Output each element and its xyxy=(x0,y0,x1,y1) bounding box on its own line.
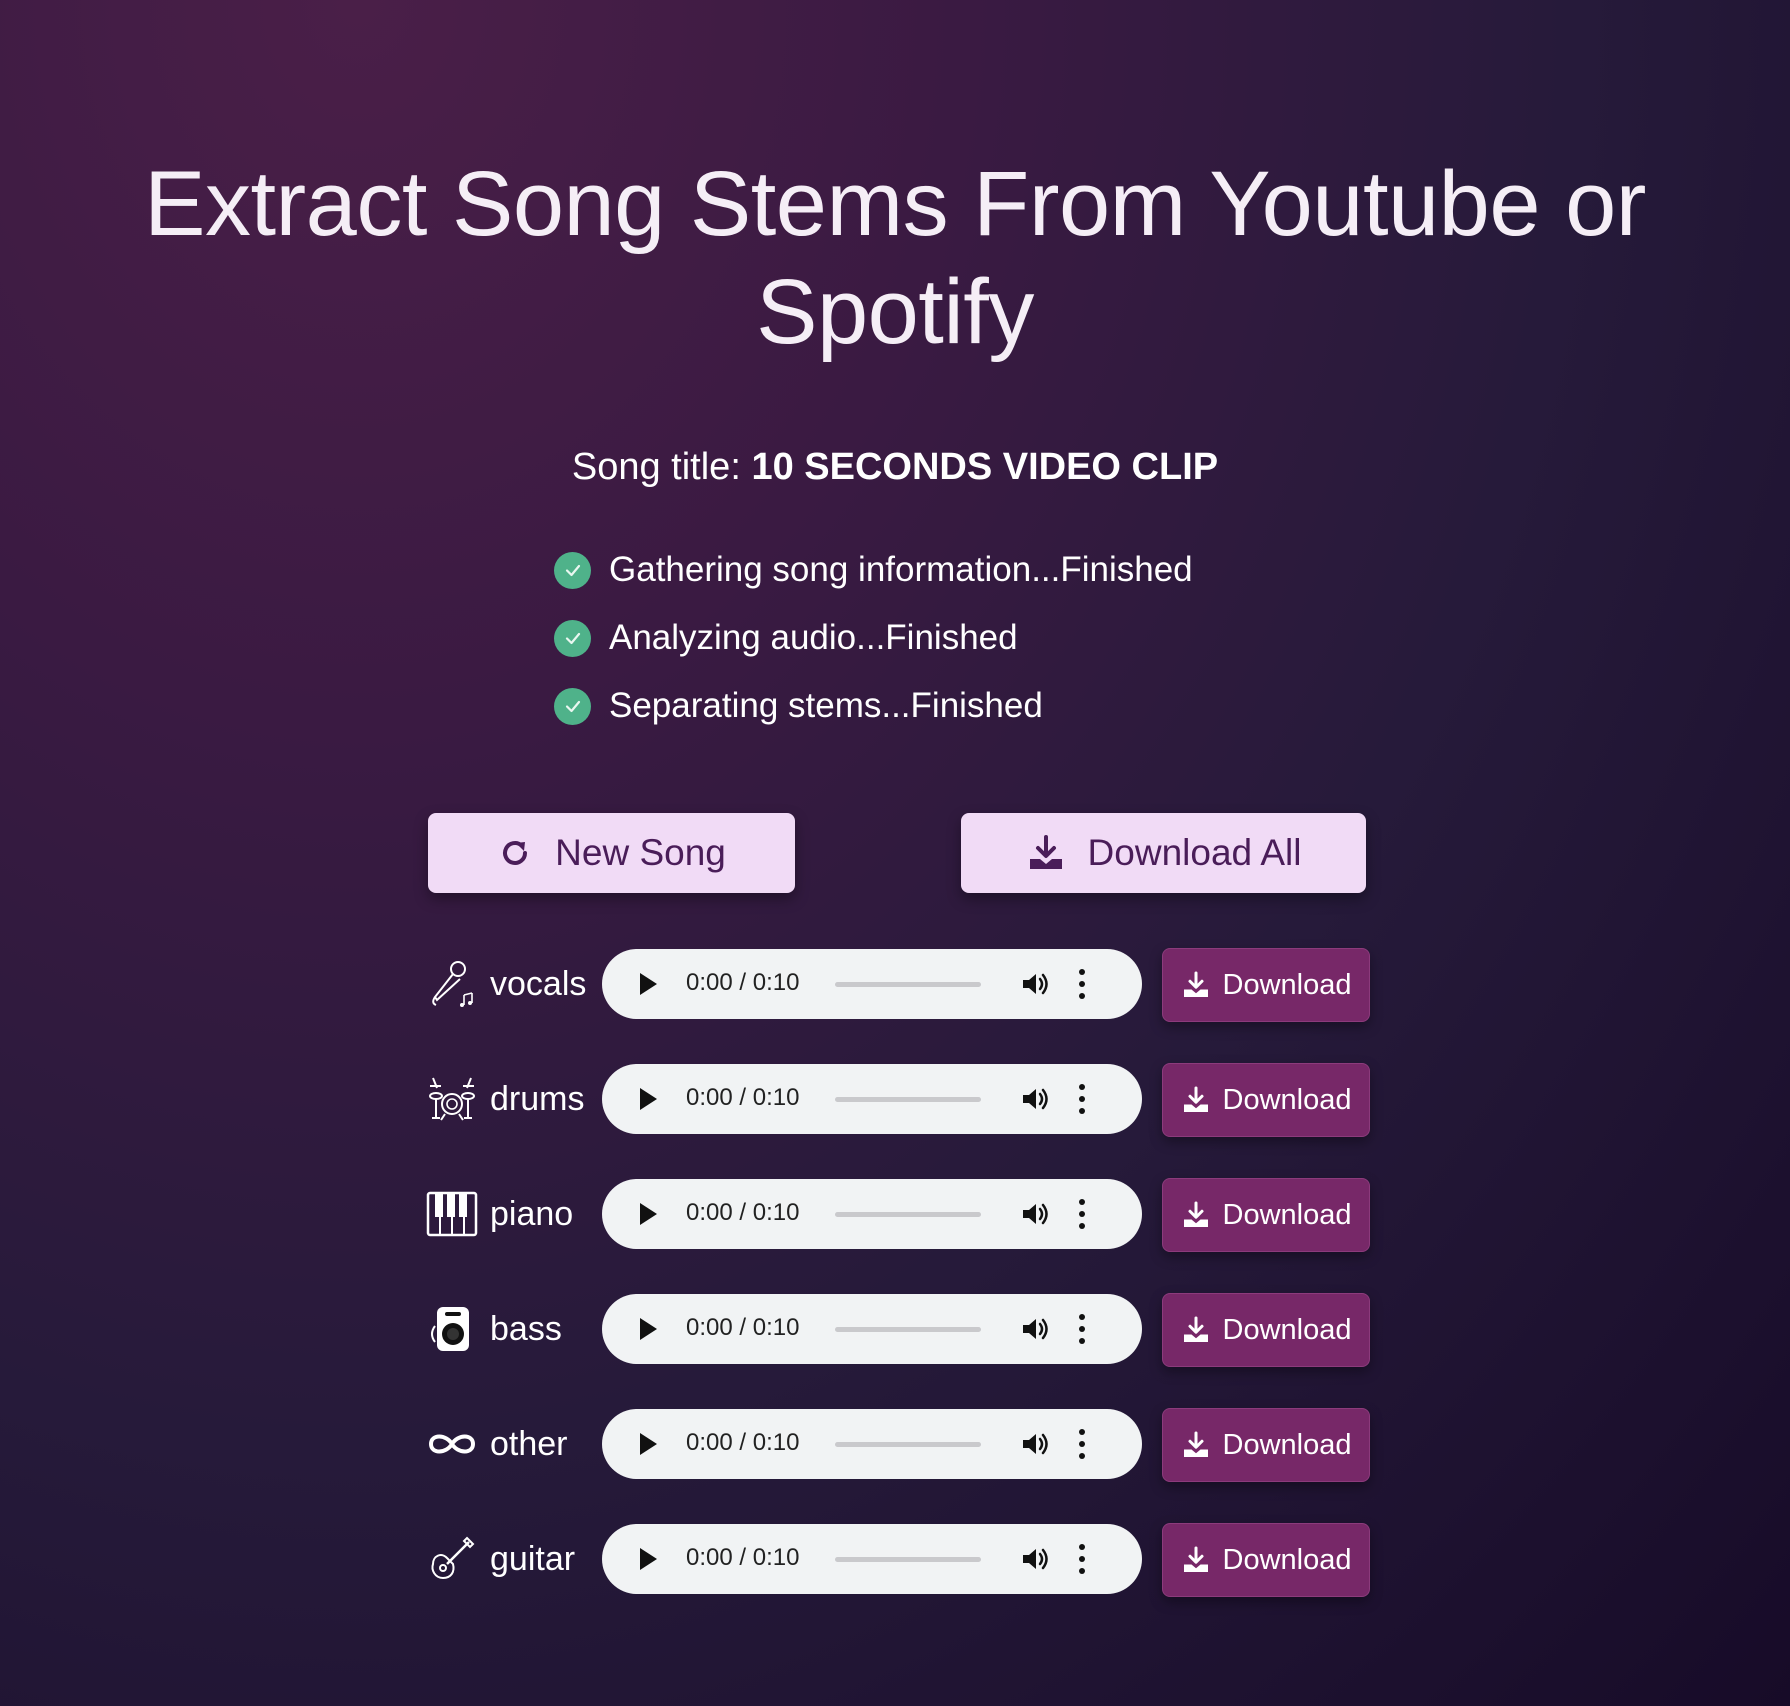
download-label: Download xyxy=(1222,1313,1352,1346)
stem-label: other xyxy=(426,1408,568,1480)
download-label: Download xyxy=(1222,968,1352,1001)
piano-icon xyxy=(426,1188,478,1240)
stem-label: bass xyxy=(426,1293,562,1365)
time-display: 0:00 / 0:10 xyxy=(686,1199,800,1226)
status-text: Separating stems...Finished xyxy=(609,686,1043,725)
download-icon xyxy=(1026,833,1066,873)
new-song-label: New Song xyxy=(555,832,726,873)
stem-row-piano: piano 0:00 / 0:10 Download xyxy=(426,1178,1370,1252)
play-icon[interactable] xyxy=(640,1088,657,1110)
more-options-icon[interactable] xyxy=(1078,1084,1086,1114)
more-options-icon[interactable] xyxy=(1078,1314,1086,1344)
stem-label: piano xyxy=(426,1178,573,1250)
stem-label: vocals xyxy=(426,948,586,1020)
download-label: Download xyxy=(1222,1198,1352,1231)
time-display: 0:00 / 0:10 xyxy=(686,1084,800,1111)
speaker-icon xyxy=(426,1303,478,1355)
status-text: Gathering song information...Finished xyxy=(609,550,1193,589)
stem-row-drums: drums 0:00 / 0:10 Download xyxy=(426,1063,1370,1137)
stem-name: piano xyxy=(490,1194,574,1233)
download-button[interactable]: Download xyxy=(1162,1408,1370,1482)
volume-icon[interactable] xyxy=(1021,971,1051,997)
download-icon xyxy=(1181,1545,1211,1575)
stem-row-guitar: guitar 0:00 / 0:10 Download xyxy=(426,1523,1370,1597)
seek-bar[interactable] xyxy=(835,1212,981,1217)
infinity-icon xyxy=(426,1418,478,1470)
time-display: 0:00 / 0:10 xyxy=(686,1429,800,1456)
check-circle-icon xyxy=(554,687,591,725)
download-button[interactable]: Download xyxy=(1162,1178,1370,1252)
volume-icon[interactable] xyxy=(1021,1546,1051,1572)
volume-icon[interactable] xyxy=(1021,1086,1051,1112)
more-options-icon[interactable] xyxy=(1078,969,1086,999)
play-icon[interactable] xyxy=(640,1318,657,1340)
stem-name: other xyxy=(490,1424,568,1463)
stem-row-vocals: vocals 0:00 / 0:10 Download xyxy=(426,948,1370,1022)
audio-player: 0:00 / 0:10 xyxy=(602,949,1142,1019)
audio-player: 0:00 / 0:10 xyxy=(602,1064,1142,1134)
more-options-icon[interactable] xyxy=(1078,1429,1086,1459)
volume-icon[interactable] xyxy=(1021,1201,1051,1227)
status-text: Analyzing audio...Finished xyxy=(609,618,1018,657)
download-button[interactable]: Download xyxy=(1162,948,1370,1022)
check-circle-icon xyxy=(554,619,591,657)
stem-row-bass: bass 0:00 / 0:10 Download xyxy=(426,1293,1370,1367)
stem-name: bass xyxy=(490,1309,562,1348)
refresh-icon xyxy=(497,835,533,871)
stem-name: guitar xyxy=(490,1539,576,1578)
download-icon xyxy=(1181,1200,1211,1230)
seek-bar[interactable] xyxy=(835,982,981,987)
microphone-icon xyxy=(426,958,478,1010)
download-label: Download xyxy=(1222,1428,1352,1461)
stem-row-other: other 0:00 / 0:10 Download xyxy=(426,1408,1370,1482)
play-icon[interactable] xyxy=(640,1548,657,1570)
status-item: Analyzing audio...Finished xyxy=(554,604,1254,672)
play-icon[interactable] xyxy=(640,1203,657,1225)
song-title-label: Song title: xyxy=(571,446,741,488)
download-button[interactable]: Download xyxy=(1162,1063,1370,1137)
download-label: Download xyxy=(1222,1543,1352,1576)
download-icon xyxy=(1181,1315,1211,1345)
stem-name: vocals xyxy=(490,964,587,1003)
play-icon[interactable] xyxy=(640,973,657,995)
audio-player: 0:00 / 0:10 xyxy=(602,1294,1142,1364)
status-item: Separating stems...Finished xyxy=(554,672,1254,740)
check-circle-icon xyxy=(554,551,591,589)
download-label: Download xyxy=(1222,1083,1352,1116)
download-icon xyxy=(1181,1430,1211,1460)
play-icon[interactable] xyxy=(640,1433,657,1455)
stem-label: guitar xyxy=(426,1523,575,1595)
song-title-line: Song title: 10 SECONDS VIDEO CLIP xyxy=(0,446,1790,489)
audio-player: 0:00 / 0:10 xyxy=(602,1409,1142,1479)
drum-kit-icon xyxy=(426,1073,478,1125)
download-all-button[interactable]: Download All xyxy=(961,813,1366,893)
audio-player: 0:00 / 0:10 xyxy=(602,1179,1142,1249)
new-song-button[interactable]: New Song xyxy=(428,813,795,893)
time-display: 0:00 / 0:10 xyxy=(686,969,800,996)
download-icon xyxy=(1181,970,1211,1000)
volume-icon[interactable] xyxy=(1021,1431,1051,1457)
download-button[interactable]: Download xyxy=(1162,1523,1370,1597)
download-button[interactable]: Download xyxy=(1162,1293,1370,1367)
seek-bar[interactable] xyxy=(835,1097,981,1102)
page-title: Extract Song Stems From Youtube or Spoti… xyxy=(144,153,1646,363)
page: Extract Song Stems From Youtube or Spoti… xyxy=(0,0,1790,1706)
download-icon xyxy=(1181,1085,1211,1115)
stem-name: drums xyxy=(490,1079,585,1118)
time-display: 0:00 / 0:10 xyxy=(686,1314,800,1341)
status-item: Gathering song information...Finished xyxy=(554,536,1254,604)
volume-icon[interactable] xyxy=(1021,1316,1051,1342)
guitar-icon xyxy=(426,1533,478,1585)
seek-bar[interactable] xyxy=(835,1442,981,1447)
download-all-label: Download All xyxy=(1087,832,1302,873)
status-list: Gathering song information...Finished An… xyxy=(554,536,1254,740)
stem-label: drums xyxy=(426,1063,584,1135)
seek-bar[interactable] xyxy=(835,1557,981,1562)
seek-bar[interactable] xyxy=(835,1327,981,1332)
more-options-icon[interactable] xyxy=(1078,1199,1086,1229)
time-display: 0:00 / 0:10 xyxy=(686,1544,800,1571)
song-title-value: 10 SECONDS VIDEO CLIP xyxy=(751,446,1219,488)
more-options-icon[interactable] xyxy=(1078,1544,1086,1574)
audio-player: 0:00 / 0:10 xyxy=(602,1524,1142,1594)
